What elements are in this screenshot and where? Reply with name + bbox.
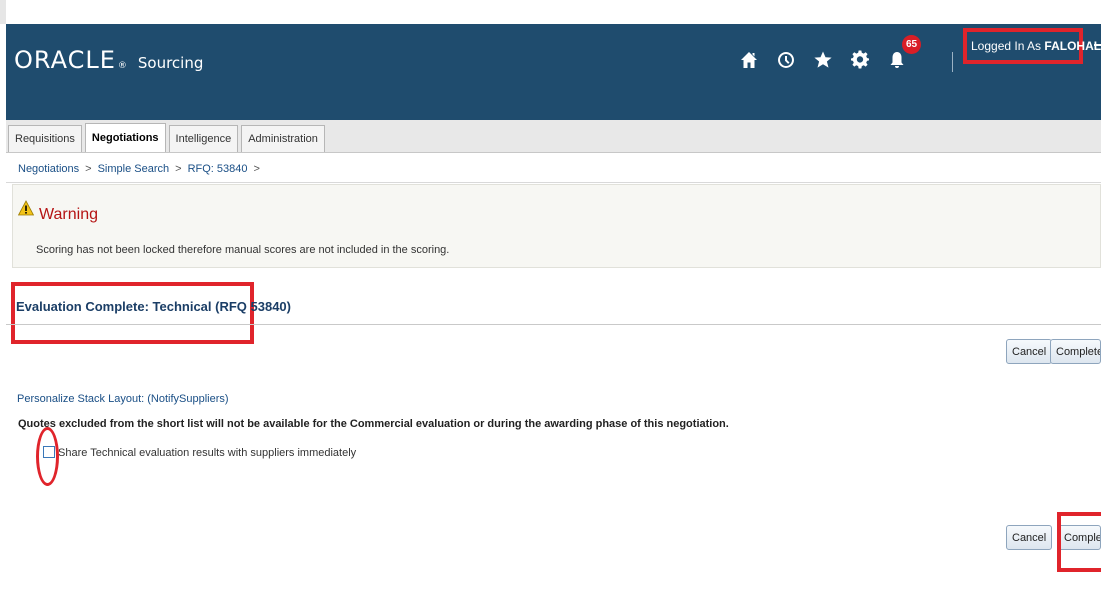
- logout-icon[interactable]: [1092, 34, 1101, 56]
- tab-intelligence[interactable]: Intelligence: [168, 125, 239, 152]
- warning-title: Warning: [39, 206, 98, 223]
- warning-message: Scoring has not been locked therefore ma…: [36, 244, 450, 256]
- tab-administration[interactable]: Administration: [241, 125, 325, 152]
- product-name: Sourcing: [137, 54, 204, 72]
- gear-icon[interactable]: [845, 45, 875, 75]
- cancel-button-top[interactable]: Cancel: [1006, 339, 1053, 364]
- cancel-button-bottom[interactable]: Cancel: [1006, 525, 1053, 550]
- breadcrumb-rfq[interactable]: RFQ: 53840: [188, 163, 248, 175]
- header-divider: [952, 52, 953, 72]
- logo-text: ORACLE: [14, 46, 116, 74]
- logo-mark: ®: [117, 61, 128, 71]
- clock-icon[interactable]: [771, 45, 801, 75]
- quotes-notice: Quotes excluded from the short list will…: [18, 418, 729, 430]
- notification-badge: 65: [902, 35, 921, 54]
- tab-requisitions[interactable]: Requisitions: [8, 125, 82, 152]
- page-title: Evaluation Complete: Technical (RFQ 5384…: [16, 299, 291, 314]
- tab-negotiations[interactable]: Negotiations: [84, 123, 166, 152]
- complete-button-top[interactable]: Complete: [1050, 339, 1101, 364]
- warning-icon: [18, 200, 34, 216]
- breadcrumb-separator: >: [175, 163, 182, 175]
- top-strip: [0, 0, 1101, 24]
- main-tabs: Requisitions Negotiations Intelligence A…: [6, 120, 1101, 153]
- checkbox-highlight: [36, 427, 59, 486]
- bell-icon[interactable]: 65: [882, 35, 921, 75]
- global-icons: 65: [734, 35, 921, 75]
- oracle-logo[interactable]: ORACLE ® Sourcing: [14, 46, 203, 74]
- title-divider: [6, 324, 1101, 325]
- breadcrumb-negotiations[interactable]: Negotiations: [18, 163, 79, 175]
- breadcrumb-simple-search[interactable]: Simple Search: [98, 163, 170, 175]
- warning-box: Warning Scoring has not been locked ther…: [12, 184, 1101, 268]
- complete-button-highlight: [1057, 512, 1101, 572]
- breadcrumb-separator: >: [253, 163, 260, 175]
- app-header: ORACLE ® Sourcing 65 Logged In As FALOHAL…: [6, 24, 1101, 120]
- breadcrumb: Negotiations > Simple Search > RFQ: 5384…: [18, 163, 260, 175]
- star-icon[interactable]: [808, 45, 838, 75]
- share-results-label[interactable]: Share Technical evaluation results with …: [58, 447, 356, 459]
- logged-in-prefix: Logged In As: [971, 39, 1042, 53]
- logged-in-user: Logged In As FALOHALI: [971, 39, 1101, 53]
- breadcrumb-divider: [6, 182, 1101, 183]
- home-icon[interactable]: [734, 45, 764, 75]
- breadcrumb-separator: >: [85, 163, 92, 175]
- personalize-link[interactable]: Personalize Stack Layout: (NotifySupplie…: [17, 393, 229, 405]
